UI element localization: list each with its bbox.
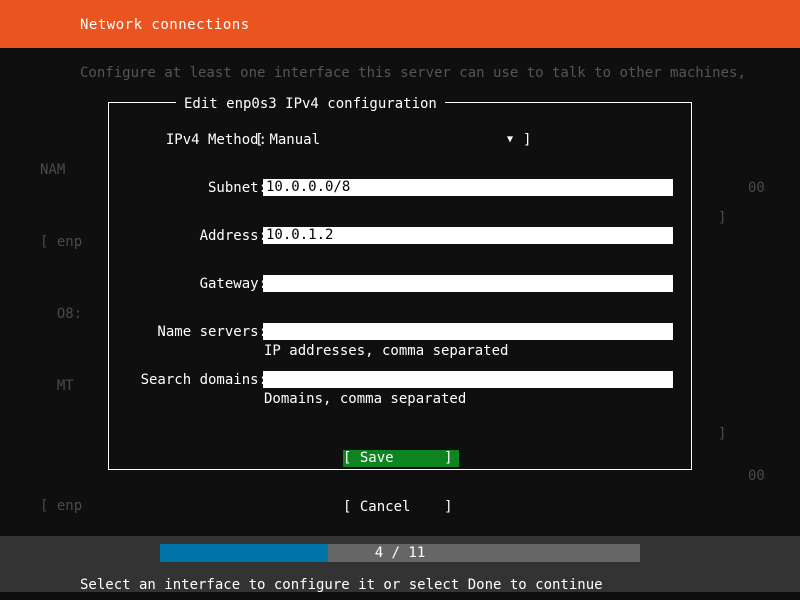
interface-list-right-fragment: ] ]: [718, 110, 752, 494]
list-item: 00: [748, 468, 765, 484]
subnet-input[interactable]: 10.0.0.0/8: [263, 179, 673, 196]
intro-text: Configure at least one interface this se…: [80, 65, 746, 81]
list-item: O8:: [40, 306, 83, 322]
list-item[interactable]: [ enp: [40, 230, 82, 254]
edit-ipv4-configuration-dialog: IPv4 Method: [ Manual ▼ ] Subnet: 10.0.0…: [108, 102, 692, 515]
install-progress-bar: 4 / 11: [160, 544, 640, 562]
address-label: Address:: [199, 228, 267, 244]
ipv4-method-value: Manual: [269, 132, 321, 148]
list-item[interactable]: [ enp: [40, 494, 82, 518]
chevron-down-icon[interactable]: ▼: [507, 132, 513, 148]
progress-label: 4 / 11: [374, 545, 426, 561]
bottom-strip: [0, 592, 800, 600]
cancel-button[interactable]: [ Cancel ]: [343, 499, 459, 516]
list-item: [748, 320, 782, 344]
save-button[interactable]: [ Save ]: [343, 450, 459, 467]
interface-list-left-fragment: NAM [ enp O8: MT [ enp O8: MT [ Cre: [40, 110, 82, 600]
list-item: NAM: [40, 162, 66, 178]
interface-list-right-fragment-2: 00 00: [748, 128, 782, 536]
subnet-label: Subnet:: [207, 180, 267, 196]
search-domains-label: Search domains:: [140, 372, 267, 388]
list-item: 00: [748, 180, 765, 196]
app-header-bar: Network connections: [0, 0, 800, 48]
gateway-label: Gateway:: [199, 276, 267, 292]
search-domains-input[interactable]: [263, 371, 673, 388]
page-title: Network connections: [80, 17, 250, 33]
select-open-bracket: [: [255, 132, 264, 148]
gateway-input[interactable]: [263, 275, 673, 292]
footer-bar: 4 / 11 Select an interface to configure …: [0, 536, 800, 600]
list-item: ]: [718, 210, 727, 226]
list-item: ]: [718, 426, 727, 442]
list-item: [748, 248, 782, 272]
list-item: MT: [40, 378, 74, 394]
status-text: Select an interface to configure it or s…: [80, 577, 603, 593]
dialog-title: Edit enp0s3 IPv4 configuration: [176, 96, 445, 112]
list-item: [748, 392, 782, 416]
search-domains-hint: Domains, comma separated: [264, 391, 467, 407]
ipv4-form: IPv4 Method: [ Manual ▼ ] Subnet: 10.0.0…: [109, 103, 691, 515]
dialog-button-group: [ Save ] [ Cancel ]: [343, 418, 463, 548]
address-input[interactable]: 10.0.1.2: [263, 227, 673, 244]
select-close-bracket: ]: [523, 132, 532, 148]
name-servers-input[interactable]: [263, 323, 673, 340]
name-servers-label: Name servers:: [157, 324, 267, 340]
ipv4-method-select[interactable]: [ Manual ▼ ]: [255, 132, 531, 148]
name-servers-hint: IP addresses, comma separated: [264, 343, 509, 359]
ipv4-method-label: IPv4 Method:: [165, 132, 267, 148]
